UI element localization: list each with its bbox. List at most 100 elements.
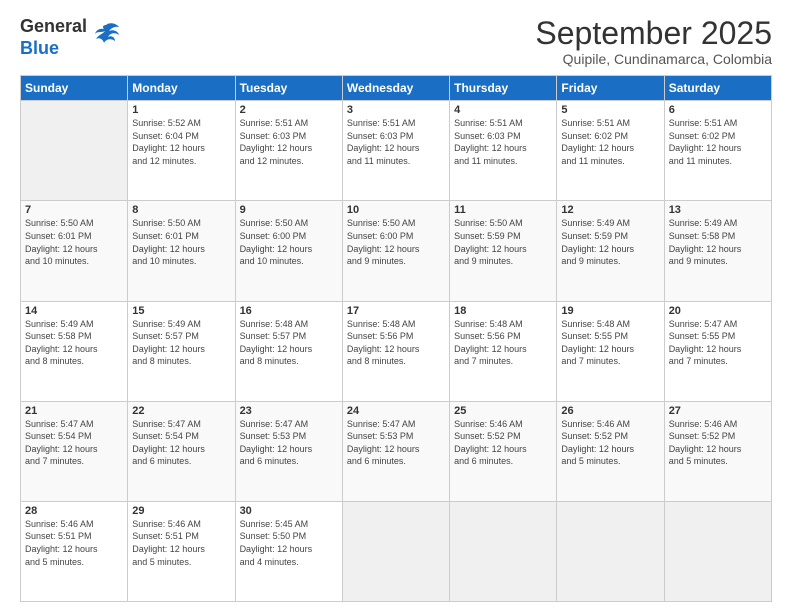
day-number: 14 [25, 305, 123, 317]
col-tuesday: Tuesday [235, 76, 342, 101]
table-row: 29Sunrise: 5:46 AMSunset: 5:51 PMDayligh… [128, 501, 235, 601]
day-info: Sunrise: 5:51 AMSunset: 6:03 PMDaylight:… [454, 117, 552, 167]
day-number: 20 [669, 305, 767, 317]
table-row: 22Sunrise: 5:47 AMSunset: 5:54 PMDayligh… [128, 401, 235, 501]
day-number: 1 [132, 104, 230, 116]
table-row [21, 101, 128, 201]
day-info: Sunrise: 5:46 AMSunset: 5:52 PMDaylight:… [669, 418, 767, 468]
day-info: Sunrise: 5:47 AMSunset: 5:54 PMDaylight:… [25, 418, 123, 468]
table-row: 3Sunrise: 5:51 AMSunset: 6:03 PMDaylight… [342, 101, 449, 201]
day-info: Sunrise: 5:48 AMSunset: 5:55 PMDaylight:… [561, 318, 659, 368]
day-number: 22 [132, 405, 230, 417]
day-info: Sunrise: 5:50 AMSunset: 6:00 PMDaylight:… [347, 217, 445, 267]
day-number: 3 [347, 104, 445, 116]
table-row: 12Sunrise: 5:49 AMSunset: 5:59 PMDayligh… [557, 201, 664, 301]
day-number: 10 [347, 204, 445, 216]
day-info: Sunrise: 5:46 AMSunset: 5:51 PMDaylight:… [132, 518, 230, 568]
logo-general: General [20, 16, 87, 36]
table-row: 30Sunrise: 5:45 AMSunset: 5:50 PMDayligh… [235, 501, 342, 601]
col-friday: Friday [557, 76, 664, 101]
header: General Blue September 2025 Quipile, Cun… [20, 16, 772, 67]
header-row: Sunday Monday Tuesday Wednesday Thursday… [21, 76, 772, 101]
table-row: 18Sunrise: 5:48 AMSunset: 5:56 PMDayligh… [450, 301, 557, 401]
day-number: 2 [240, 104, 338, 116]
day-info: Sunrise: 5:49 AMSunset: 5:59 PMDaylight:… [561, 217, 659, 267]
day-number: 19 [561, 305, 659, 317]
day-number: 25 [454, 405, 552, 417]
calendar-week-row: 28Sunrise: 5:46 AMSunset: 5:51 PMDayligh… [21, 501, 772, 601]
table-row: 1Sunrise: 5:52 AMSunset: 6:04 PMDaylight… [128, 101, 235, 201]
logo-bird-icon [91, 21, 121, 54]
logo-blue: Blue [20, 38, 59, 58]
table-row: 19Sunrise: 5:48 AMSunset: 5:55 PMDayligh… [557, 301, 664, 401]
day-number: 24 [347, 405, 445, 417]
day-number: 4 [454, 104, 552, 116]
col-wednesday: Wednesday [342, 76, 449, 101]
day-number: 18 [454, 305, 552, 317]
day-info: Sunrise: 5:47 AMSunset: 5:53 PMDaylight:… [347, 418, 445, 468]
calendar-week-row: 1Sunrise: 5:52 AMSunset: 6:04 PMDaylight… [21, 101, 772, 201]
table-row: 14Sunrise: 5:49 AMSunset: 5:58 PMDayligh… [21, 301, 128, 401]
day-info: Sunrise: 5:47 AMSunset: 5:54 PMDaylight:… [132, 418, 230, 468]
day-info: Sunrise: 5:49 AMSunset: 5:58 PMDaylight:… [669, 217, 767, 267]
table-row: 6Sunrise: 5:51 AMSunset: 6:02 PMDaylight… [664, 101, 771, 201]
day-info: Sunrise: 5:51 AMSunset: 6:03 PMDaylight:… [347, 117, 445, 167]
col-saturday: Saturday [664, 76, 771, 101]
day-number: 16 [240, 305, 338, 317]
day-info: Sunrise: 5:46 AMSunset: 5:51 PMDaylight:… [25, 518, 123, 568]
day-info: Sunrise: 5:48 AMSunset: 5:57 PMDaylight:… [240, 318, 338, 368]
day-number: 30 [240, 505, 338, 517]
day-info: Sunrise: 5:50 AMSunset: 6:00 PMDaylight:… [240, 217, 338, 267]
day-number: 11 [454, 204, 552, 216]
table-row: 27Sunrise: 5:46 AMSunset: 5:52 PMDayligh… [664, 401, 771, 501]
page: General Blue September 2025 Quipile, Cun… [0, 0, 792, 612]
day-info: Sunrise: 5:52 AMSunset: 6:04 PMDaylight:… [132, 117, 230, 167]
day-info: Sunrise: 5:45 AMSunset: 5:50 PMDaylight:… [240, 518, 338, 568]
day-info: Sunrise: 5:47 AMSunset: 5:55 PMDaylight:… [669, 318, 767, 368]
day-number: 15 [132, 305, 230, 317]
day-info: Sunrise: 5:48 AMSunset: 5:56 PMDaylight:… [454, 318, 552, 368]
day-info: Sunrise: 5:51 AMSunset: 6:02 PMDaylight:… [669, 117, 767, 167]
day-number: 13 [669, 204, 767, 216]
table-row: 2Sunrise: 5:51 AMSunset: 6:03 PMDaylight… [235, 101, 342, 201]
calendar-week-row: 14Sunrise: 5:49 AMSunset: 5:58 PMDayligh… [21, 301, 772, 401]
day-info: Sunrise: 5:46 AMSunset: 5:52 PMDaylight:… [454, 418, 552, 468]
table-row [664, 501, 771, 601]
day-info: Sunrise: 5:49 AMSunset: 5:58 PMDaylight:… [25, 318, 123, 368]
location: Quipile, Cundinamarca, Colombia [535, 51, 772, 67]
table-row: 11Sunrise: 5:50 AMSunset: 5:59 PMDayligh… [450, 201, 557, 301]
day-number: 23 [240, 405, 338, 417]
day-number: 12 [561, 204, 659, 216]
col-sunday: Sunday [21, 76, 128, 101]
table-row: 23Sunrise: 5:47 AMSunset: 5:53 PMDayligh… [235, 401, 342, 501]
day-number: 28 [25, 505, 123, 517]
day-number: 17 [347, 305, 445, 317]
day-number: 6 [669, 104, 767, 116]
table-row: 28Sunrise: 5:46 AMSunset: 5:51 PMDayligh… [21, 501, 128, 601]
col-thursday: Thursday [450, 76, 557, 101]
logo-text: General Blue [20, 16, 87, 59]
day-info: Sunrise: 5:50 AMSunset: 6:01 PMDaylight:… [25, 217, 123, 267]
table-row: 21Sunrise: 5:47 AMSunset: 5:54 PMDayligh… [21, 401, 128, 501]
table-row: 8Sunrise: 5:50 AMSunset: 6:01 PMDaylight… [128, 201, 235, 301]
table-row: 4Sunrise: 5:51 AMSunset: 6:03 PMDaylight… [450, 101, 557, 201]
calendar-week-row: 21Sunrise: 5:47 AMSunset: 5:54 PMDayligh… [21, 401, 772, 501]
day-number: 26 [561, 405, 659, 417]
day-info: Sunrise: 5:50 AMSunset: 6:01 PMDaylight:… [132, 217, 230, 267]
table-row: 9Sunrise: 5:50 AMSunset: 6:00 PMDaylight… [235, 201, 342, 301]
table-row: 20Sunrise: 5:47 AMSunset: 5:55 PMDayligh… [664, 301, 771, 401]
day-info: Sunrise: 5:49 AMSunset: 5:57 PMDaylight:… [132, 318, 230, 368]
table-row: 15Sunrise: 5:49 AMSunset: 5:57 PMDayligh… [128, 301, 235, 401]
table-row: 16Sunrise: 5:48 AMSunset: 5:57 PMDayligh… [235, 301, 342, 401]
calendar-week-row: 7Sunrise: 5:50 AMSunset: 6:01 PMDaylight… [21, 201, 772, 301]
day-number: 8 [132, 204, 230, 216]
day-number: 27 [669, 405, 767, 417]
calendar-table: Sunday Monday Tuesday Wednesday Thursday… [20, 75, 772, 602]
day-info: Sunrise: 5:46 AMSunset: 5:52 PMDaylight:… [561, 418, 659, 468]
table-row: 25Sunrise: 5:46 AMSunset: 5:52 PMDayligh… [450, 401, 557, 501]
day-info: Sunrise: 5:50 AMSunset: 5:59 PMDaylight:… [454, 217, 552, 267]
table-row: 10Sunrise: 5:50 AMSunset: 6:00 PMDayligh… [342, 201, 449, 301]
day-info: Sunrise: 5:51 AMSunset: 6:02 PMDaylight:… [561, 117, 659, 167]
day-number: 29 [132, 505, 230, 517]
table-row: 24Sunrise: 5:47 AMSunset: 5:53 PMDayligh… [342, 401, 449, 501]
